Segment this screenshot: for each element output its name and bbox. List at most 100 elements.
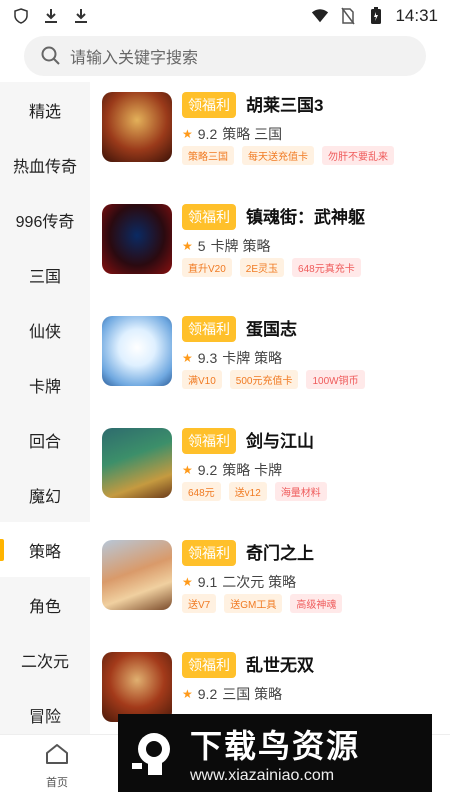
claim-benefit-button[interactable]: 领福利	[182, 204, 236, 230]
claim-benefit-button[interactable]: 领福利	[182, 316, 236, 342]
bird-logo-icon	[130, 725, 180, 781]
sidebar-item-996[interactable]: 996传奇	[0, 192, 90, 247]
sidebar-item-featured[interactable]: 精选	[0, 82, 90, 137]
game-name[interactable]: 奇门之上	[246, 539, 314, 564]
sidebar-item-label: 精选	[28, 103, 61, 121]
watermark-title: 下载鸟资源	[190, 728, 361, 764]
list-item[interactable]: 领福利 胡莱三国3 ★ 9.2 策略 三国 策略三国 每天送充值卡 勿肝不要乱来	[90, 82, 450, 194]
game-tags: 策略三国 每天送充值卡 勿肝不要乱来	[182, 146, 394, 165]
sidebar-item-three-kingdoms[interactable]: 三国	[0, 247, 90, 302]
game-rating: 9.2	[197, 462, 218, 478]
game-icon[interactable]	[102, 540, 172, 610]
download-icon	[42, 7, 60, 25]
game-name[interactable]: 胡莱三国3	[246, 91, 323, 116]
search-input[interactable]: 请输入关键字搜索	[24, 36, 426, 76]
game-icon[interactable]	[102, 204, 172, 274]
watermark-banner: 下载鸟资源 www.xiazainiao.com	[118, 714, 432, 792]
sidebar-item-label: 卡牌	[28, 378, 61, 396]
sidebar-item-label: 策略	[28, 543, 61, 561]
search-icon	[40, 45, 62, 67]
game-name[interactable]: 蛋国志	[246, 315, 297, 340]
tag: 策略三国	[182, 146, 234, 165]
game-name[interactable]: 乱世无双	[246, 651, 314, 676]
game-name[interactable]: 剑与江山	[246, 427, 314, 452]
watermark-url: www.xiazainiao.com	[190, 767, 335, 784]
claim-benefit-button[interactable]: 领福利	[182, 652, 236, 678]
claim-benefit-button[interactable]: 领福利	[182, 92, 236, 118]
tab-home-label: 首页	[46, 777, 68, 789]
tag: 送V7	[182, 594, 217, 613]
game-meta: ★ 9.2 策略 三国	[182, 124, 282, 144]
list-item[interactable]: 领福利 剑与江山 ★ 9.2 策略 卡牌 648元 送v12 海量材料	[90, 418, 450, 530]
sidebar-item-fantasy[interactable]: 魔幻	[0, 467, 90, 522]
tag: 648元真充卡	[292, 258, 361, 277]
game-genres: 策略 三国	[222, 126, 283, 142]
list-item[interactable]: 领福利 镇魂街：武神躯 ★ 5 卡牌 策略 直升V20 2E灵玉 648元真充卡	[90, 194, 450, 306]
game-tags: 送V7 送GM工具 高级神魂	[182, 594, 343, 613]
claim-benefit-button[interactable]: 领福利	[182, 428, 236, 454]
sidebar-item-card[interactable]: 卡牌	[0, 357, 90, 412]
game-tags: 直升V20 2E灵玉 648元真充卡	[182, 258, 361, 277]
game-genres: 卡牌 策略	[210, 238, 271, 254]
sidebar-item-legend[interactable]: 热血传奇	[0, 137, 90, 192]
game-icon[interactable]	[102, 316, 172, 386]
sidebar-item-label: 热血传奇	[12, 158, 77, 176]
star-icon: ★	[182, 239, 193, 253]
game-meta: ★ 9.2 策略 卡牌	[182, 460, 282, 480]
sidebar-item-anime[interactable]: 二次元	[0, 632, 90, 687]
game-meta: ★ 9.2 三国 策略	[182, 684, 282, 704]
tab-home[interactable]: 首页	[34, 741, 80, 790]
game-icon[interactable]	[102, 652, 172, 722]
game-rating: 9.2	[197, 686, 218, 702]
star-icon: ★	[182, 463, 193, 477]
no-sim-icon	[339, 7, 357, 25]
tag: 高级神魂	[290, 594, 343, 613]
game-list: 领福利 胡莱三国3 ★ 9.2 策略 三国 策略三国 每天送充值卡 勿肝不要乱来…	[90, 82, 450, 734]
game-genres: 卡牌 策略	[222, 350, 283, 366]
game-name[interactable]: 镇魂街：武神躯	[246, 203, 365, 228]
tag: 满V10	[182, 370, 222, 389]
tag: 直升V20	[182, 258, 232, 277]
list-item[interactable]: 领福利 奇门之上 ★ 9.1 二次元 策略 送V7 送GM工具 高级神魂	[90, 530, 450, 642]
game-genres: 二次元 策略	[222, 574, 297, 590]
claim-benefit-button[interactable]: 领福利	[182, 540, 236, 566]
sidebar-item-label: 996传奇	[15, 213, 75, 231]
tag: 每天送充值卡	[242, 146, 314, 165]
battery-icon	[367, 7, 385, 25]
watermark-text: 下载鸟资源 www.xiazainiao.com	[190, 721, 360, 785]
sidebar-item-label: 仙侠	[28, 323, 61, 341]
status-time: 14:31	[395, 6, 438, 25]
sidebar-item-turn-based[interactable]: 回合	[0, 412, 90, 467]
tag: 送v12	[228, 482, 267, 501]
star-icon: ★	[182, 127, 193, 141]
sidebar-item-label: 冒险	[28, 708, 61, 726]
tag: 500元充值卡	[229, 370, 299, 389]
sidebar-item-label: 魔幻	[28, 488, 61, 506]
sidebar-item-xianxia[interactable]: 仙侠	[0, 302, 90, 357]
tag: 海量材料	[274, 482, 327, 501]
sidebar-item-strategy[interactable]: 策略	[0, 522, 90, 577]
tag: 100W铜币	[306, 370, 365, 389]
game-rating: 9.3	[197, 350, 218, 366]
game-rating: 9.1	[197, 574, 218, 590]
game-genres: 策略 卡牌	[222, 462, 283, 478]
game-tags: 满V10 500元充值卡 100W铜币	[182, 370, 365, 389]
category-sidebar: 精选 热血传奇 996传奇 三国 仙侠 卡牌 回合 魔幻 策略 角色 二次元 冒…	[0, 82, 90, 734]
game-meta: ★ 9.3 卡牌 策略	[182, 348, 282, 368]
game-icon[interactable]	[102, 92, 172, 162]
search-placeholder: 请输入关键字搜索	[70, 50, 199, 67]
sidebar-item-label: 二次元	[20, 653, 69, 671]
tag: 2E灵玉	[239, 258, 285, 277]
sidebar-item-rpg[interactable]: 角色	[0, 577, 90, 632]
shield-icon	[12, 7, 30, 25]
tag: 勿肝不要乱来	[322, 146, 394, 165]
download-icon	[72, 7, 90, 25]
game-genres: 三国 策略	[222, 686, 283, 702]
wifi-icon	[311, 7, 329, 25]
game-rating: 9.2	[197, 126, 218, 142]
game-rating: 5	[197, 238, 206, 254]
game-icon[interactable]	[102, 428, 172, 498]
list-item[interactable]: 领福利 蛋国志 ★ 9.3 卡牌 策略 满V10 500元充值卡 100W铜币	[90, 306, 450, 418]
game-meta: ★ 5 卡牌 策略	[182, 236, 270, 256]
star-icon: ★	[182, 575, 193, 589]
